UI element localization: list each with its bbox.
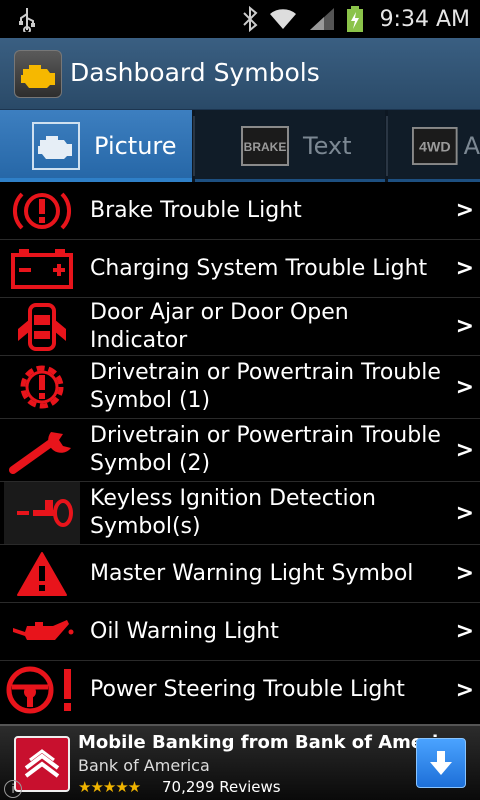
battery-icon <box>11 248 73 289</box>
download-arrow-icon <box>430 751 452 775</box>
icon-container <box>4 240 80 297</box>
tab-4wd-label: A <box>463 132 480 160</box>
warning-triangle-icon <box>17 551 67 596</box>
icon-container <box>4 482 80 544</box>
chevron-right-icon: > <box>455 314 474 339</box>
list-item[interactable]: Brake Trouble Light > <box>0 182 480 240</box>
title-bar: Dashboard Symbols <box>0 38 480 110</box>
wrench-icon <box>9 432 71 474</box>
icon-container <box>4 661 80 719</box>
list-item[interactable]: Door Ajar or Door Open Indicator > <box>0 298 480 356</box>
icon-container <box>4 419 80 481</box>
ad-banner[interactable]: Mobile Banking from Bank of America Bank… <box>0 724 480 800</box>
wifi-icon <box>269 9 296 29</box>
symbol-list: Brake Trouble Light > Charging System Tr… <box>0 182 480 724</box>
list-item-label: Oil Warning Light <box>90 618 279 644</box>
list-item-label: Door Ajar or Door Open Indicator <box>90 299 349 353</box>
tab-picture[interactable]: Picture <box>0 110 192 182</box>
tab-text-label: Text <box>303 132 352 160</box>
brake-text-icon: BRAKE <box>241 126 289 166</box>
chevron-right-icon: > <box>455 561 474 586</box>
list-item-label: Drivetrain or Powertrain Trouble Symbol … <box>90 423 441 476</box>
list-item-label: Master Warning Light Symbol <box>90 560 414 586</box>
icon-container <box>4 298 80 355</box>
list-item[interactable]: Drivetrain or Powertrain Trouble Symbol … <box>0 356 480 419</box>
chevron-right-icon: > <box>455 437 474 463</box>
chevron-right-icon: > <box>455 677 474 703</box>
icon-container <box>4 182 80 239</box>
brake-text-icon-label: BRAKE <box>244 140 287 154</box>
chevron-right-icon: > <box>455 256 474 281</box>
4wd-text-icon-label: 4WD <box>419 140 451 156</box>
list-item[interactable]: Power Steering Trouble Light > <box>0 661 480 719</box>
key-icon <box>17 499 73 527</box>
bank-of-america-logo <box>14 736 70 792</box>
4wd-text-icon: 4WD <box>412 127 458 165</box>
steering-wheel-warning-icon <box>6 666 71 714</box>
icon-container <box>4 545 80 602</box>
tab-bar: Picture BRAKE Text 4WD A <box>0 110 480 182</box>
battery-charging-icon <box>346 6 363 32</box>
list-item[interactable]: Oil Warning Light > <box>0 603 480 661</box>
usb-icon <box>19 8 35 32</box>
engine-icon <box>32 122 80 170</box>
list-item[interactable]: Drivetrain or Powertrain Trouble Symbol … <box>0 419 480 482</box>
list-item-label: Keyless Ignition Detection Symbol(s) <box>90 486 376 539</box>
flag-logo-icon <box>24 749 60 778</box>
ad-advertiser: Bank of America <box>78 756 210 775</box>
brake-warning-icon <box>12 192 72 229</box>
chevron-right-icon: > <box>455 619 474 644</box>
app-logo <box>14 50 62 98</box>
tab-text[interactable]: BRAKE Text <box>195 110 385 182</box>
ad-title: Mobile Banking from Bank of America <box>78 732 462 753</box>
list-item[interactable]: Master Warning Light Symbol > <box>0 545 480 603</box>
list-item-label: Charging System Trouble Light <box>90 255 428 281</box>
ad-rating-stars: ★★★★★ <box>78 778 141 796</box>
chevron-right-icon: > <box>455 500 474 526</box>
engine-icon <box>21 65 55 88</box>
icon-container <box>4 603 80 660</box>
chevron-right-icon: > <box>455 374 474 400</box>
status-bar: 9:34 AM <box>0 0 480 38</box>
oil-can-icon <box>13 619 74 640</box>
download-button[interactable] <box>416 738 466 788</box>
gear-warning-icon <box>20 365 64 409</box>
door-ajar-icon <box>18 302 66 351</box>
ad-reviews: 70,299 Reviews <box>162 778 281 796</box>
bluetooth-icon <box>242 6 258 32</box>
list-item[interactable]: Keyless Ignition Detection Symbol(s) > <box>0 482 480 545</box>
list-item-label: Drivetrain or Powertrain Trouble Symbol … <box>90 360 441 413</box>
signal-icon <box>309 8 334 30</box>
list-item[interactable]: Charging System Trouble Light > <box>0 240 480 298</box>
icon-container <box>4 356 80 418</box>
tab-picture-label: Picture <box>94 132 177 160</box>
list-item-label: Power Steering Trouble Light <box>90 677 405 702</box>
list-item-label: Brake Trouble Light <box>90 197 302 223</box>
app-title: Dashboard Symbols <box>70 58 320 87</box>
ad-info-icon[interactable]: i <box>4 780 22 798</box>
tab-4wd[interactable]: 4WD A <box>388 110 480 182</box>
chevron-right-icon: > <box>455 198 474 223</box>
status-time: 9:34 AM <box>379 6 470 32</box>
